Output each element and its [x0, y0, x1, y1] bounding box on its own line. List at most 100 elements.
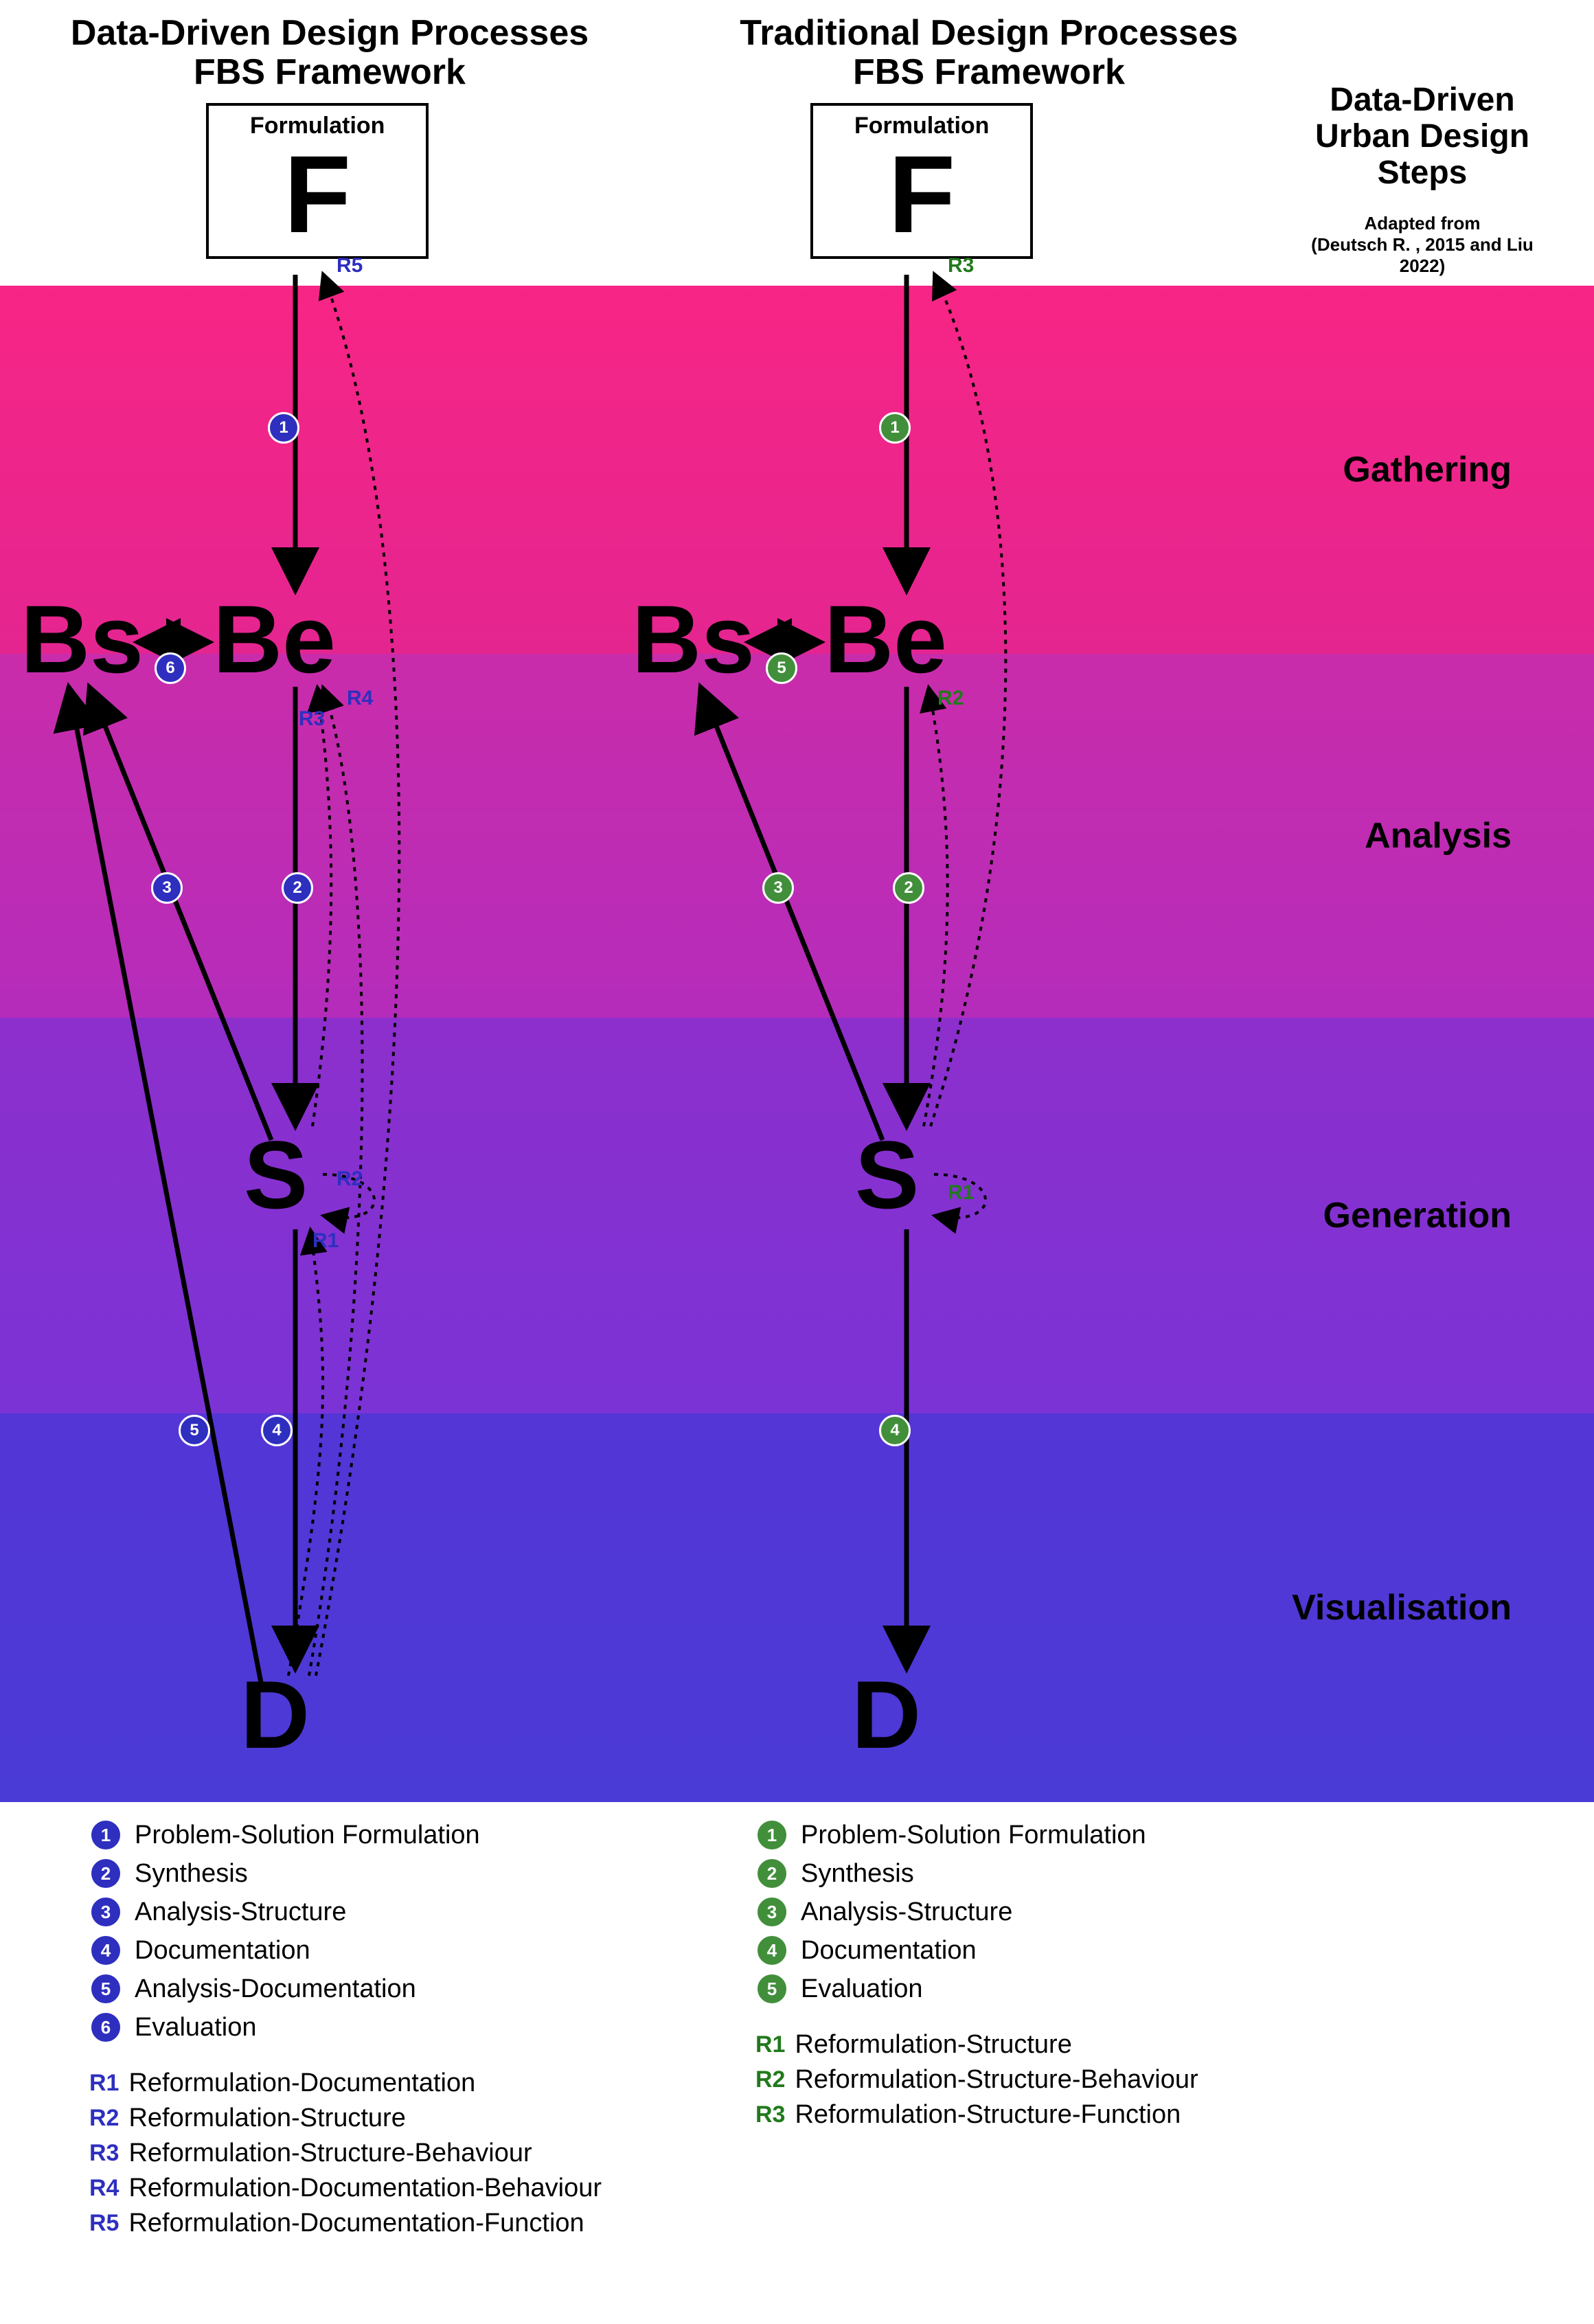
left-r3: R3 — [299, 707, 325, 731]
right-node-be: Be — [824, 584, 947, 695]
legend-badge: 1 — [755, 1819, 788, 1852]
band-label-gathering: Gathering — [1343, 449, 1512, 490]
left-r4: R4 — [347, 687, 373, 710]
left-r1: R1 — [312, 1229, 339, 1253]
legend-reform-tag: R4 — [89, 2175, 119, 2202]
left-node-be: Be — [213, 584, 336, 695]
left-r5: R5 — [337, 254, 363, 277]
left-badge-6: 6 — [155, 652, 186, 684]
right-node-d: D — [852, 1659, 921, 1770]
side-subtitle: Adapted from (Deutsch R. , 2015 and Liu … — [1292, 213, 1553, 277]
legend-label: Documentation — [801, 1936, 977, 1966]
left-badge-4: 4 — [261, 1415, 293, 1446]
diagram-page: Gathering Analysis Generation Visualisat… — [0, 0, 1594, 2324]
legend-label: Evaluation — [801, 1974, 922, 2004]
legend-badge: 3 — [755, 1895, 788, 1928]
legend-reform: R1 Reformulation-Structure — [755, 2030, 1374, 2060]
right-badge-4: 4 — [879, 1415, 911, 1446]
left-node-d: D — [240, 1659, 310, 1770]
legend-reform-tag: R2 — [89, 2105, 119, 2132]
band-generation: Generation — [0, 1018, 1594, 1413]
legend-badge: 3 — [89, 1895, 122, 1928]
legend-step: 1 Problem-Solution Formulation — [89, 1819, 707, 1852]
title-left: Data-Driven Design Processes FBS Framewo… — [0, 14, 659, 92]
legend-step: 5 Analysis-Documentation — [89, 1972, 707, 2005]
band-analysis: Analysis — [0, 654, 1594, 1018]
legend-label: Synthesis — [135, 1859, 248, 1889]
legend-left: 1 Problem-Solution Formulation 2 Synthesis 3… — [89, 1813, 707, 2244]
legend-label: Analysis-Structure — [801, 1898, 1012, 1927]
legend-badge: 2 — [755, 1857, 788, 1890]
legend-reform-label: Reformulation-Structure-Function — [795, 2100, 1181, 2130]
legend-reform-label: Reformulation-Structure — [795, 2030, 1071, 2060]
left-r2: R2 — [337, 1167, 363, 1191]
legend-reform-tag: R5 — [89, 2210, 119, 2237]
left-node-f-box: Formulation F — [206, 103, 429, 259]
right-node-bs: Bs — [632, 584, 755, 695]
right-r3: R3 — [948, 254, 974, 277]
left-node-bs: Bs — [21, 584, 144, 695]
legend-label: Analysis-Structure — [135, 1898, 346, 1927]
side-title: Data-Driven Urban Design Steps — [1292, 82, 1553, 191]
legend-reform: R3 Reformulation-Structure-Behaviour — [89, 2139, 707, 2168]
legend-reform-tag: R1 — [89, 2070, 119, 2097]
legend-label: Evaluation — [135, 2013, 256, 2042]
legend-reform-label: Reformulation-Structure-Behaviour — [128, 2139, 532, 2168]
title-right: Traditional Design Processes FBS Framewo… — [659, 14, 1319, 92]
legend-label: Documentation — [135, 1936, 310, 1966]
legend-label: Problem-Solution Formulation — [135, 1821, 480, 1850]
legend-label: Synthesis — [801, 1859, 914, 1889]
legend-reform-tag: R3 — [89, 2140, 119, 2167]
left-badge-1: 1 — [268, 412, 299, 444]
legend-badge: 4 — [755, 1934, 788, 1967]
right-node-f-box: Formulation F — [810, 103, 1033, 259]
legend-step: 4 Documentation — [755, 1934, 1374, 1967]
right-node-s: S — [855, 1119, 919, 1231]
band-label-generation: Generation — [1323, 1195, 1512, 1236]
legend-reform: R2 Reformulation-Structure-Behaviour — [755, 2065, 1374, 2095]
legend-step: 3 Analysis-Structure — [89, 1895, 707, 1928]
legend-step: 5 Evaluation — [755, 1972, 1374, 2005]
legend-badge: 1 — [89, 1819, 122, 1852]
right-badge-5: 5 — [766, 652, 797, 684]
legend-badge: 6 — [89, 2011, 122, 2044]
legend-reform-tag: R2 — [755, 2066, 785, 2093]
left-badge-2: 2 — [282, 872, 313, 904]
legend-badge: 4 — [89, 1934, 122, 1967]
legend-reform-label: Reformulation-Documentation — [128, 2069, 475, 2098]
legend-label: Analysis-Documentation — [135, 1974, 416, 2004]
band-label-analysis: Analysis — [1365, 815, 1512, 856]
legend-step: 2 Synthesis — [89, 1857, 707, 1890]
band-label-visualisation: Visualisation — [1292, 1587, 1512, 1628]
legend-reform-tag: R3 — [755, 2101, 785, 2128]
left-badge-5: 5 — [179, 1415, 210, 1446]
right-r2: R2 — [937, 687, 964, 710]
right-badge-3: 3 — [762, 872, 794, 904]
band-visualisation: Visualisation — [0, 1413, 1594, 1802]
legend-step: 3 Analysis-Structure — [755, 1895, 1374, 1928]
legend-reform: R3 Reformulation-Structure-Function — [755, 2100, 1374, 2130]
legend-reform-label: Reformulation-Documentation-Function — [128, 2209, 584, 2238]
legend-label: Problem-Solution Formulation — [801, 1821, 1146, 1850]
legend-reform: R4 Reformulation-Documentation-Behaviour — [89, 2174, 707, 2203]
left-node-s: S — [244, 1119, 308, 1231]
legend-step: 4 Documentation — [89, 1934, 707, 1967]
legend-step: 2 Synthesis — [755, 1857, 1374, 1890]
legend-reform-tag: R1 — [755, 2031, 785, 2058]
legend-badge: 2 — [89, 1857, 122, 1890]
legend-reform-label: Reformulation-Structure — [128, 2104, 405, 2133]
legend-reform-label: Reformulation-Documentation-Behaviour — [128, 2174, 602, 2203]
legend-badge: 5 — [89, 1972, 122, 2005]
right-badge-1: 1 — [879, 412, 911, 444]
legend-step: 6 Evaluation — [89, 2011, 707, 2044]
legend-right: 1 Problem-Solution Formulation 2 Synthesis 3… — [755, 1813, 1374, 2135]
left-badge-3: 3 — [151, 872, 183, 904]
legend-badge: 5 — [755, 1972, 788, 2005]
right-badge-2: 2 — [893, 872, 924, 904]
right-r1: R1 — [948, 1181, 974, 1205]
legend-reform: R2 Reformulation-Structure — [89, 2104, 707, 2133]
legend-reform: R1 Reformulation-Documentation — [89, 2069, 707, 2098]
legend-reform: R5 Reformulation-Documentation-Function — [89, 2209, 707, 2238]
legend-step: 1 Problem-Solution Formulation — [755, 1819, 1374, 1852]
legend-reform-label: Reformulation-Structure-Behaviour — [795, 2065, 1198, 2095]
